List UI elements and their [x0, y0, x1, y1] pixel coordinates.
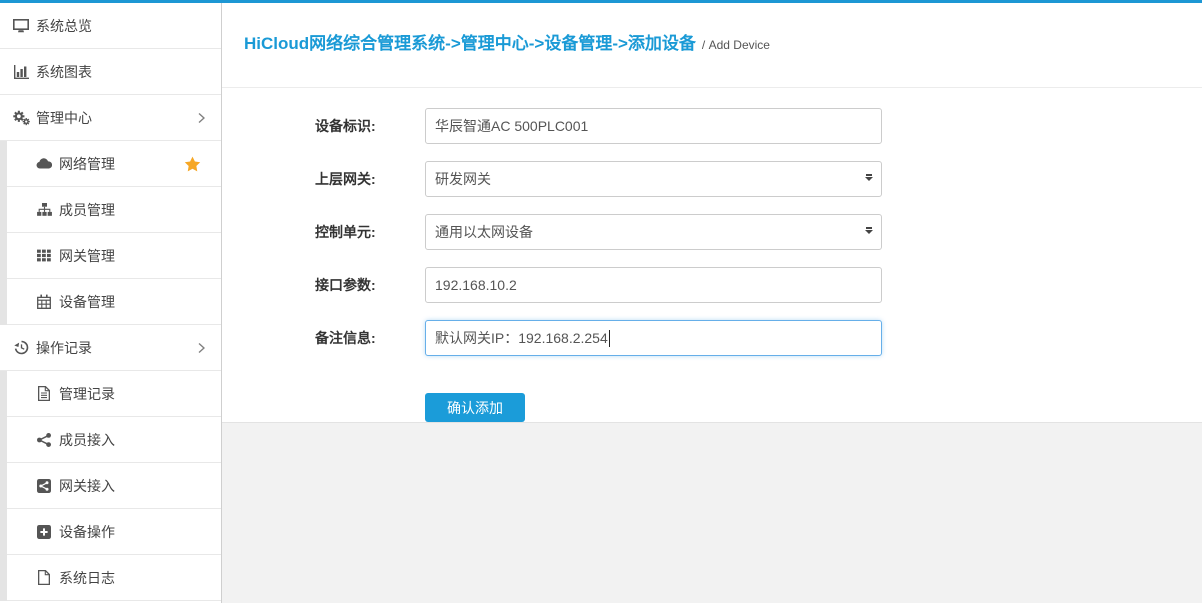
select-caret-icon [865, 230, 873, 234]
confirm-add-button[interactable]: 确认添加 [425, 393, 525, 422]
plus-square-icon [34, 525, 54, 539]
add-device-form: 设备标识: 上层网关: 研发网关 控制单元: 通用以太网 [222, 88, 1202, 422]
sidebar-item-label: 系统图表 [36, 62, 92, 82]
sidebar-item-system-overview[interactable]: 系统总览 [0, 3, 221, 49]
history-icon [11, 340, 31, 355]
sidebar-item-label: 设备管理 [59, 292, 115, 312]
chevron-right-icon [198, 112, 205, 123]
sidebar-item-label: 系统日志 [59, 568, 115, 588]
sidebar-item-label: 管理记录 [59, 384, 115, 404]
remark-input[interactable]: 默认网关IP：192.168.2.254 [425, 320, 882, 356]
app-window: 系统总览 系统图表 [0, 3, 1202, 603]
star-icon[interactable] [184, 156, 201, 172]
sidebar-item-management-center[interactable]: 管理中心 [0, 95, 221, 141]
sidebar-item-label: 设备操作 [59, 522, 115, 542]
sidebar-item-label: 成员管理 [59, 200, 115, 220]
upper-gateway-select[interactable]: 研发网关 [425, 161, 882, 197]
remark-label: 备注信息: [315, 328, 425, 348]
main-content: HiCloud网络综合管理系统->管理中心->设备管理->添加设备 / Add D… [222, 3, 1202, 603]
control-unit-select[interactable]: 通用以太网设备 [425, 214, 882, 250]
sidebar-item-label: 管理中心 [36, 108, 92, 128]
chevron-right-icon [198, 342, 205, 353]
control-unit-label: 控制单元: [315, 222, 425, 242]
sidebar-item-member-management[interactable]: 成员管理 [0, 187, 221, 233]
sidebar-item-network-management[interactable]: 网络管理 [0, 141, 221, 187]
upper-gateway-label: 上层网关: [315, 169, 425, 189]
breadcrumb: HiCloud网络综合管理系统->管理中心->设备管理->添加设备 [244, 34, 696, 53]
content-header: HiCloud网络综合管理系统->管理中心->设备管理->添加设备 / Add D… [222, 3, 1202, 88]
form-row-interface-params: 接口参数: [315, 267, 1202, 303]
remark-input-value: 默认网关IP：192.168.2.254 [435, 328, 608, 348]
gears-icon [11, 110, 31, 126]
device-id-label: 设备标识: [315, 116, 425, 136]
upper-gateway-selected-value: 研发网关 [435, 169, 491, 189]
sidebar-item-label: 系统总览 [36, 16, 92, 36]
device-id-input[interactable] [425, 108, 882, 144]
cloud-icon [34, 158, 54, 169]
sitemap-icon [34, 203, 54, 216]
desktop-icon [11, 19, 31, 33]
sidebar: 系统总览 系统图表 [0, 3, 222, 603]
select-caret-icon [865, 177, 873, 181]
sidebar-item-system-logs[interactable]: 系统日志 [0, 555, 221, 601]
sidebar-item-label: 网关接入 [59, 476, 115, 496]
sidebar-item-member-access[interactable]: 成员接入 [0, 417, 221, 463]
form-row-upper-gateway: 上层网关: 研发网关 [315, 161, 1202, 197]
form-row-control-unit: 控制单元: 通用以太网设备 [315, 214, 1202, 250]
sidebar-item-label: 成员接入 [59, 430, 115, 450]
control-unit-selected-value: 通用以太网设备 [435, 222, 533, 242]
grid-icon [34, 249, 54, 262]
sidebar-item-label: 网关管理 [59, 246, 115, 266]
sidebar-item-gateway-management[interactable]: 网关管理 [0, 233, 221, 279]
sidebar-item-system-charts[interactable]: 系统图表 [0, 49, 221, 95]
calendar-icon [34, 294, 54, 309]
content-background-panel [222, 422, 1202, 603]
sidebar-item-gateway-access[interactable]: 网关接入 [0, 463, 221, 509]
breadcrumb-subtitle: / Add Device [702, 38, 770, 52]
sidebar-item-label: 网络管理 [59, 154, 115, 174]
sidebar-item-management-records[interactable]: 管理记录 [0, 371, 221, 417]
share-square-icon [34, 479, 54, 493]
sidebar-item-operation-records[interactable]: 操作记录 [0, 325, 221, 371]
file-icon [34, 570, 54, 585]
sidebar-item-device-operations[interactable]: 设备操作 [0, 509, 221, 555]
bar-chart-icon [11, 65, 31, 79]
interface-params-input[interactable] [425, 267, 882, 303]
form-row-remark: 备注信息: 默认网关IP：192.168.2.254 [315, 320, 1202, 356]
interface-params-label: 接口参数: [315, 275, 425, 295]
file-text-icon [34, 386, 54, 401]
form-row-device-id: 设备标识: [315, 108, 1202, 144]
share-icon [34, 433, 54, 447]
sidebar-item-label: 操作记录 [36, 338, 92, 358]
text-cursor [609, 330, 610, 347]
sidebar-item-device-management[interactable]: 设备管理 [0, 279, 221, 325]
